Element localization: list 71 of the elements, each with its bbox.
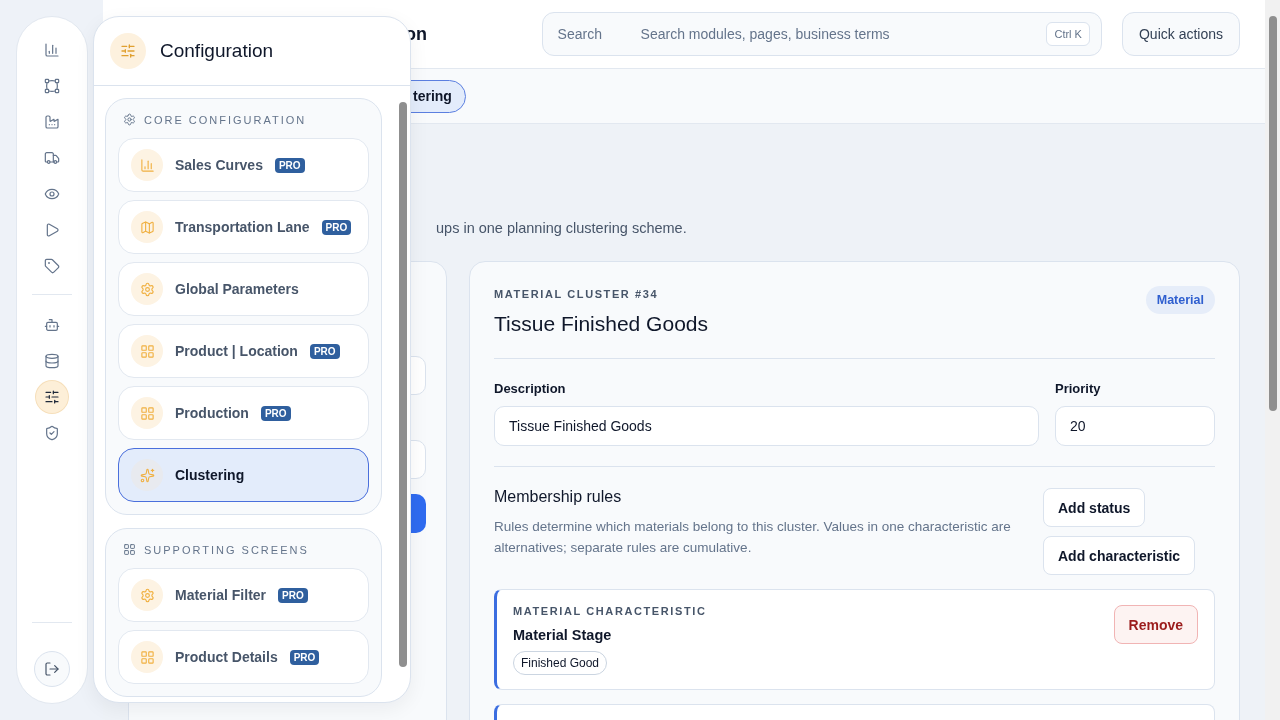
section-heading: SUPPORTING SCREENS [144,543,309,556]
map-icon [139,219,155,235]
factory-icon [44,114,60,130]
remove-button[interactable]: Remove [1113,605,1198,644]
grid-icon [139,405,155,421]
logout-icon [44,661,60,677]
pro-badge: PRO [274,157,305,173]
sliders-icon [44,389,60,405]
menu-item[interactable]: Product Details PRO [118,630,369,684]
input-field[interactable]: 20 [1055,406,1215,446]
pro-badge: PRO [260,405,291,421]
sparkle-icon [139,467,155,483]
truck-icon [44,150,60,166]
menu-item-label: Material Filter [175,587,267,603]
field-label: Description [494,381,567,396]
page-subtitle: ups in one planning clustering scheme. [436,220,688,236]
section-title: Membership rules [494,488,623,506]
search-field[interactable]: Search modules, pages, business terms [638,25,1047,43]
quick-actions-button[interactable]: Quick actions [1121,12,1240,56]
add-button[interactable]: Add characteristic [1043,536,1196,575]
menu-item-label: Product | Location [175,343,298,359]
scrollbar[interactable] [1265,0,1280,720]
search-bar[interactable]: Search Search modules, pages, business terms Ctrl K [541,12,1102,56]
menu-item[interactable]: Global Parameters [118,262,369,316]
menu-item[interactable]: Product | Location PRO [118,324,369,378]
cluster-title: Tissue Finished Goods [494,312,708,336]
pro-badge: PRO [278,587,308,603]
sliders-icon [110,33,146,69]
database-icon [44,353,60,369]
rule-type: MATERIAL CHARACTERISTIC [513,605,707,617]
gear-icon [139,281,155,297]
gear-icon [123,113,136,126]
menu-item-label: Global Parameters [175,281,299,297]
gear-icon [139,587,155,603]
menu-item-label: Clustering [175,467,245,483]
cluster-eyebrow: MATERIAL CLUSTER #34 [494,288,660,300]
field-label: Priority [1055,381,1102,396]
nodes-icon [44,78,60,94]
input-field[interactable]: Tissue Finished Goods [494,406,1039,446]
tag-icon [44,258,60,274]
add-button[interactable]: Add status [1043,488,1146,527]
type-badge: Material [1145,286,1215,314]
menu-item[interactable]: Sales Curves PRO [118,138,369,192]
rail-button[interactable] [36,381,68,413]
shortcut-hint: Ctrl K [1046,22,1090,46]
grid-icon [139,649,155,665]
menu-item-label: Production [175,405,249,421]
chart-icon [139,157,155,173]
chart-icon [44,42,60,58]
bot-icon [44,317,60,333]
menu-item-label: Transportation Lane [175,219,310,235]
section-description: Rules determine which materials belong to this cluster. Values in one characteristic are alternatives; separate rules are cumulative. [494,518,1012,557]
menu-item[interactable]: Transportation Lane PRO [118,200,369,254]
menu-item[interactable]: Production PRO [118,386,369,440]
play-icon [44,222,60,238]
search-label: Search [557,26,603,42]
shield-icon [44,425,60,441]
grid-icon [139,343,155,359]
panel-title: Configuration [160,40,274,62]
pro-badge: PRO [309,343,340,359]
eye-icon [44,186,60,202]
grid-icon [123,543,136,556]
menu-item-label: Product Details [175,649,278,665]
menu-item-label: Sales Curves [175,157,263,173]
menu-item[interactable]: Material Filter PRO [118,568,369,622]
pro-badge: PRO [289,649,320,665]
pro-badge: PRO [321,219,352,235]
rule-name: Material Stage [513,627,612,643]
menu-item[interactable]: Clustering [118,448,369,502]
logout-button[interactable] [34,651,70,687]
section-heading: CORE CONFIGURATION [144,113,307,126]
